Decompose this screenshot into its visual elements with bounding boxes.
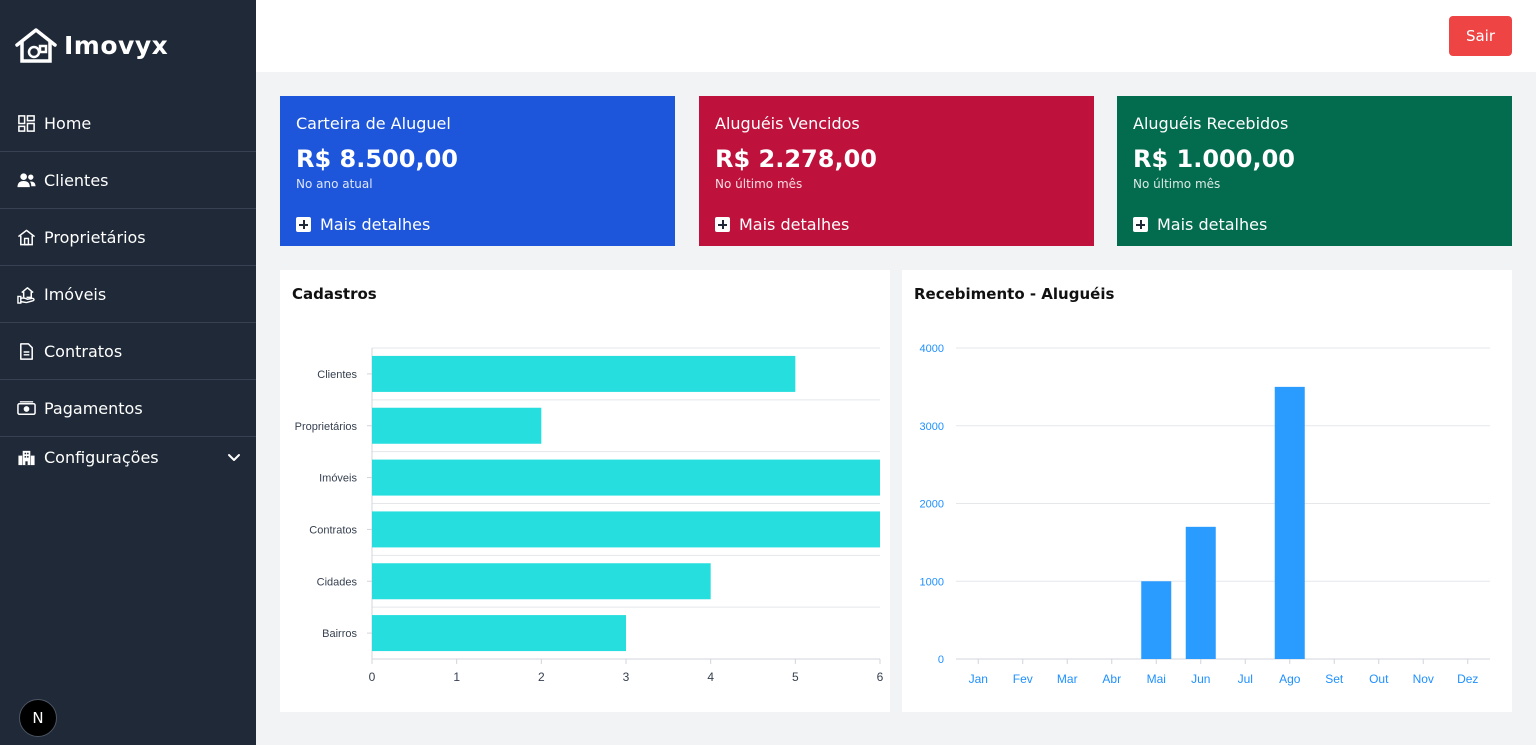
property-icon bbox=[16, 284, 36, 304]
y-tick-label: 2000 bbox=[920, 499, 944, 511]
card-value: R$ 8.500,00 bbox=[296, 145, 458, 173]
sidebar-item-contratos[interactable]: Contratos bbox=[0, 323, 256, 380]
house-icon bbox=[16, 227, 36, 247]
brand-logo[interactable]: Imovyx bbox=[14, 25, 168, 65]
x-tick-label: Out bbox=[1369, 672, 1389, 686]
card-subtitle: No último mês bbox=[1133, 177, 1221, 191]
y-tick-label: Contratos bbox=[309, 524, 357, 536]
document-icon bbox=[16, 341, 36, 361]
logout-button[interactable]: Sair bbox=[1449, 16, 1512, 56]
plus-square-icon bbox=[715, 217, 730, 232]
bar-ago bbox=[1274, 386, 1305, 659]
sidebar-item-configuracoes[interactable]: Configurações bbox=[0, 437, 256, 477]
sidebar: Imovyx Home Clientes Proprietários Imóve… bbox=[0, 0, 256, 745]
dashboard-icon bbox=[16, 113, 36, 133]
bar-contratos bbox=[372, 511, 880, 548]
sidebar-item-label: Configurações bbox=[44, 447, 159, 467]
sidebar-item-imoveis[interactable]: Imóveis bbox=[0, 266, 256, 323]
x-tick-label: Mai bbox=[1147, 672, 1166, 686]
details-link[interactable]: Mais detalhes bbox=[296, 215, 430, 234]
bar-cidades bbox=[372, 563, 711, 600]
sidebar-item-label: Contratos bbox=[44, 341, 123, 361]
x-tick-label: 1 bbox=[453, 670, 460, 684]
buildings-icon bbox=[16, 447, 36, 467]
card-title: Aluguéis Recebidos bbox=[1133, 114, 1289, 133]
y-tick-label: Bairros bbox=[322, 628, 357, 640]
sidebar-nav: Home Clientes Proprietários Imóveis Cont… bbox=[0, 95, 256, 477]
x-tick-label: 3 bbox=[623, 670, 630, 684]
bar-proprietários bbox=[372, 407, 542, 444]
card-subtitle: No último mês bbox=[715, 177, 803, 191]
x-tick-label: Jun bbox=[1191, 672, 1210, 686]
y-tick-label: 4000 bbox=[920, 343, 944, 355]
y-tick-label: Clientes bbox=[317, 369, 357, 381]
details-link-label: Mais detalhes bbox=[320, 215, 431, 234]
x-tick-label: Nov bbox=[1413, 672, 1434, 686]
x-tick-label: Jan bbox=[969, 672, 988, 686]
sidebar-item-label: Proprietários bbox=[44, 227, 146, 247]
x-tick-label: Set bbox=[1325, 672, 1344, 686]
x-tick-label: 0 bbox=[369, 670, 376, 684]
y-tick-label: Cidades bbox=[317, 576, 358, 588]
sidebar-item-label: Imóveis bbox=[44, 284, 107, 304]
card-subtitle: No ano atual bbox=[296, 177, 373, 191]
dev-badge[interactable]: N bbox=[19, 699, 57, 737]
recebimento-chart: 0 1000 2000 3000 4000 Jan Fev Mar Abr Mai Jun Jul Ag… bbox=[920, 343, 1490, 686]
house-logo-icon bbox=[15, 28, 57, 63]
bar-imóveis bbox=[372, 459, 880, 496]
bar-clientes bbox=[372, 355, 796, 392]
x-tick-label: Mar bbox=[1057, 672, 1078, 686]
sidebar-item-pagamentos[interactable]: Pagamentos bbox=[0, 380, 256, 437]
details-link[interactable]: Mais detalhes bbox=[1133, 215, 1267, 234]
sidebar-item-home[interactable]: Home bbox=[0, 95, 256, 152]
y-tick-label: Imóveis bbox=[319, 473, 357, 485]
x-tick-label: 2 bbox=[538, 670, 545, 684]
y-tick-label: 3000 bbox=[920, 421, 944, 433]
plus-square-icon bbox=[296, 217, 311, 232]
plus-square-icon bbox=[1133, 217, 1148, 232]
cadastros-chart: Clientes Proprietários Imóveis Contratos Cid… bbox=[295, 347, 884, 684]
sidebar-item-label: Clientes bbox=[44, 170, 109, 190]
x-tick-label: Jul bbox=[1238, 672, 1253, 686]
y-tick-label: 0 bbox=[938, 654, 944, 666]
x-tick-label: 4 bbox=[707, 670, 714, 684]
bar-bairros bbox=[372, 615, 626, 652]
card-alugueis-vencidos: Aluguéis Vencidos R$ 2.278,00 No último … bbox=[699, 96, 1094, 246]
details-link-label: Mais detalhes bbox=[739, 215, 850, 234]
sidebar-item-proprietarios[interactable]: Proprietários bbox=[0, 209, 256, 266]
recebimento-panel: 0 1000 2000 3000 4000 Jan Fev Mar Abr Mai Jun Jul Ag… bbox=[902, 270, 1512, 712]
details-link-label: Mais detalhes bbox=[1157, 215, 1268, 234]
bar-mai bbox=[1141, 581, 1172, 659]
y-tick-label: 1000 bbox=[920, 576, 944, 588]
card-value: R$ 1.000,00 bbox=[1133, 145, 1295, 173]
x-tick-label: 6 bbox=[877, 670, 884, 684]
x-tick-label: Dez bbox=[1457, 672, 1478, 686]
top-header: Sair bbox=[256, 0, 1536, 72]
money-icon bbox=[16, 398, 36, 418]
cadastros-panel: Clientes Proprietários Imóveis Contratos Cid… bbox=[280, 270, 890, 712]
x-tick-label: Ago bbox=[1279, 672, 1301, 686]
x-tick-label: 5 bbox=[792, 670, 799, 684]
details-link[interactable]: Mais detalhes bbox=[715, 215, 849, 234]
card-title: Carteira de Aluguel bbox=[296, 114, 451, 133]
x-tick-label: Abr bbox=[1102, 672, 1121, 686]
users-icon bbox=[16, 170, 36, 190]
y-tick-label: Proprietários bbox=[295, 421, 358, 433]
brand-name: Imovyx bbox=[64, 30, 169, 60]
bar-jun bbox=[1185, 526, 1216, 659]
panel-title: Recebimento - Aluguéis bbox=[914, 285, 1115, 303]
card-title: Aluguéis Vencidos bbox=[715, 114, 860, 133]
card-carteira-aluguel: Carteira de Aluguel R$ 8.500,00 No ano a… bbox=[280, 96, 675, 246]
card-alugueis-recebidos: Aluguéis Recebidos R$ 1.000,00 No último… bbox=[1117, 96, 1512, 246]
panel-title: Cadastros bbox=[292, 285, 377, 303]
sidebar-item-clientes[interactable]: Clientes bbox=[0, 152, 256, 209]
chevron-down-icon[interactable] bbox=[226, 449, 242, 465]
x-tick-label: Fev bbox=[1013, 672, 1033, 686]
sidebar-item-label: Pagamentos bbox=[44, 398, 143, 418]
card-value: R$ 2.278,00 bbox=[715, 145, 877, 173]
sidebar-item-label: Home bbox=[44, 113, 92, 133]
